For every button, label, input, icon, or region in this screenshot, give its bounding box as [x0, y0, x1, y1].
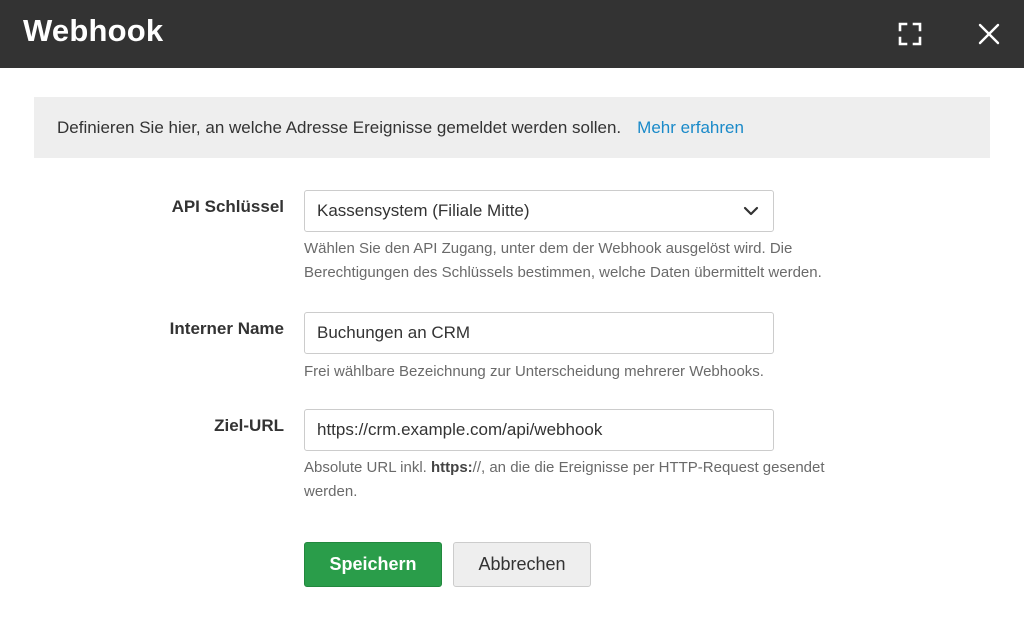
close-button[interactable] — [972, 17, 1006, 51]
internal-name-label: Interner Name — [169, 319, 284, 338]
close-icon — [978, 23, 1000, 45]
api-key-label: API Schlüssel — [171, 197, 284, 216]
target-url-help-line2: werden. — [304, 483, 358, 500]
target-url-help-prefix: Absolute URL inkl. — [304, 459, 432, 476]
internal-name-input[interactable]: Buchungen an CRM — [304, 312, 774, 354]
dialog-header: Webhook — [0, 0, 1024, 68]
cancel-button[interactable]: Abbrechen — [453, 542, 591, 587]
api-key-selected-value: Kassensystem (Filiale Mitte) — [317, 201, 530, 220]
fullscreen-button[interactable] — [893, 17, 927, 51]
internal-name-help: Frei wählbare Bezeichnung zur Unterschei… — [304, 363, 764, 380]
target-url-input[interactable]: https://crm.example.com/api/webhook — [304, 409, 774, 451]
save-button[interactable]: Speichern — [304, 542, 442, 587]
dialog-title: Webhook — [23, 13, 164, 48]
target-url-label: Ziel-URL — [214, 416, 284, 435]
api-key-help-line2: Berechtigungen des Schlüssels bestimmen,… — [304, 264, 822, 281]
info-box: Definieren Sie hier, an welche Adresse E… — [34, 97, 990, 158]
learn-more-link[interactable]: Mehr erfahren — [637, 118, 744, 138]
api-key-help: Wählen Sie den API Zugang, unter dem der… — [304, 237, 904, 285]
info-text: Definieren Sie hier, an welche Adresse E… — [57, 117, 622, 137]
chevron-down-icon — [743, 206, 759, 216]
api-key-help-line1: Wählen Sie den API Zugang, unter dem der… — [304, 240, 793, 257]
target-url-help-protocol: https: — [431, 459, 473, 476]
api-key-select[interactable]: Kassensystem (Filiale Mitte) — [304, 190, 774, 232]
internal-name-value: Buchungen an CRM — [317, 323, 471, 342]
target-url-help-suffix: //, an die die Ereignisse per HTTP-Reque… — [472, 459, 825, 476]
target-url-value: https://crm.example.com/api/webhook — [317, 420, 603, 439]
fullscreen-icon — [898, 22, 922, 46]
target-url-help: Absolute URL inkl. https://, an die die … — [304, 456, 904, 504]
